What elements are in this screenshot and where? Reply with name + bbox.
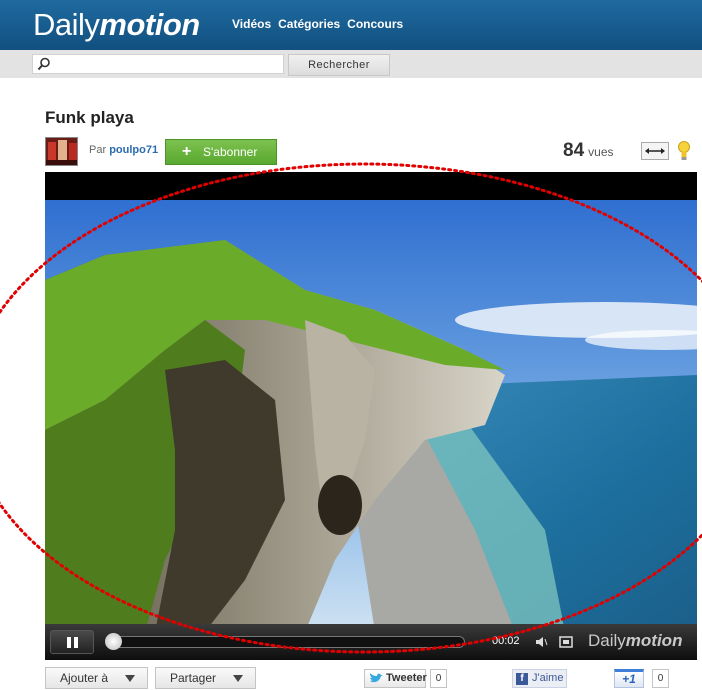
fullscreen-icon[interactable] bbox=[558, 635, 574, 649]
share-label: Partager bbox=[170, 671, 217, 685]
view-count: 84 vues bbox=[563, 140, 614, 162]
views-unit: vues bbox=[588, 145, 614, 159]
pause-button[interactable] bbox=[50, 630, 94, 654]
search-input[interactable] bbox=[32, 54, 284, 74]
logo-text-bold: motion bbox=[99, 7, 200, 42]
avatar-image bbox=[46, 138, 77, 165]
tweet-count: 0 bbox=[430, 669, 447, 688]
tweet-button[interactable]: Tweeter bbox=[364, 669, 427, 688]
views-number: 84 bbox=[563, 140, 585, 161]
search-icon bbox=[37, 57, 50, 71]
twitter-bird-icon bbox=[370, 673, 383, 683]
chevron-down-icon bbox=[233, 675, 243, 682]
chevron-down-icon bbox=[125, 675, 135, 682]
facebook-icon: f bbox=[516, 673, 528, 685]
video-player[interactable]: 00:02 Dailymotion bbox=[45, 172, 697, 660]
player-watermark-logo: Dailymotion bbox=[588, 631, 682, 651]
lightbulb-icon[interactable] bbox=[677, 140, 691, 162]
volume-icon[interactable] bbox=[535, 636, 549, 648]
main-nav: Vidéos Catégories Concours bbox=[232, 17, 410, 31]
logo-text-regular: Daily bbox=[33, 7, 100, 42]
expand-arrows-icon bbox=[645, 148, 665, 154]
add-to-label: Ajouter à bbox=[60, 671, 109, 685]
video-frame-cliff-beach bbox=[45, 200, 697, 632]
google-plus-one-button[interactable]: +1 bbox=[614, 669, 644, 688]
player-control-bar: 00:02 Dailymotion bbox=[45, 624, 697, 660]
watermark-bold: motion bbox=[625, 631, 683, 650]
page: Dailymotion Vidéos Catégories Concours R… bbox=[0, 0, 702, 690]
uploader-avatar[interactable] bbox=[45, 137, 78, 166]
progress-knob[interactable] bbox=[105, 633, 122, 650]
add-to-dropdown[interactable]: Ajouter à bbox=[45, 667, 148, 689]
by-prefix: Par bbox=[89, 144, 107, 156]
subscribe-label: S'abonner bbox=[203, 145, 258, 159]
subscribe-button[interactable]: + S'abonner bbox=[165, 139, 277, 165]
like-label: J'aime bbox=[532, 672, 564, 684]
search-button[interactable]: Rechercher bbox=[288, 54, 390, 76]
facebook-like-button[interactable]: f J'aime bbox=[512, 669, 567, 688]
expand-player-button[interactable] bbox=[641, 142, 669, 160]
dailymotion-logo[interactable]: Dailymotion bbox=[33, 6, 200, 44]
nav-videos[interactable]: Vidéos bbox=[232, 17, 271, 31]
plus-icon: + bbox=[182, 143, 192, 160]
share-dropdown[interactable]: Partager bbox=[155, 667, 256, 689]
watermark-regular: Daily bbox=[588, 631, 626, 650]
plus-one-count: 0 bbox=[652, 669, 669, 688]
top-navigation-bar: Dailymotion Vidéos Catégories Concours bbox=[0, 0, 702, 50]
nav-categories[interactable]: Catégories bbox=[278, 17, 340, 31]
tweet-label: Tweeter bbox=[386, 672, 427, 684]
uploader-line: Par poulpo71 bbox=[89, 144, 158, 156]
progress-track[interactable] bbox=[107, 636, 465, 648]
timecode: 00:02 bbox=[492, 635, 520, 647]
uploader-link[interactable]: poulpo71 bbox=[109, 144, 158, 156]
nav-concours[interactable]: Concours bbox=[347, 17, 403, 31]
video-title: Funk playa bbox=[45, 108, 134, 127]
